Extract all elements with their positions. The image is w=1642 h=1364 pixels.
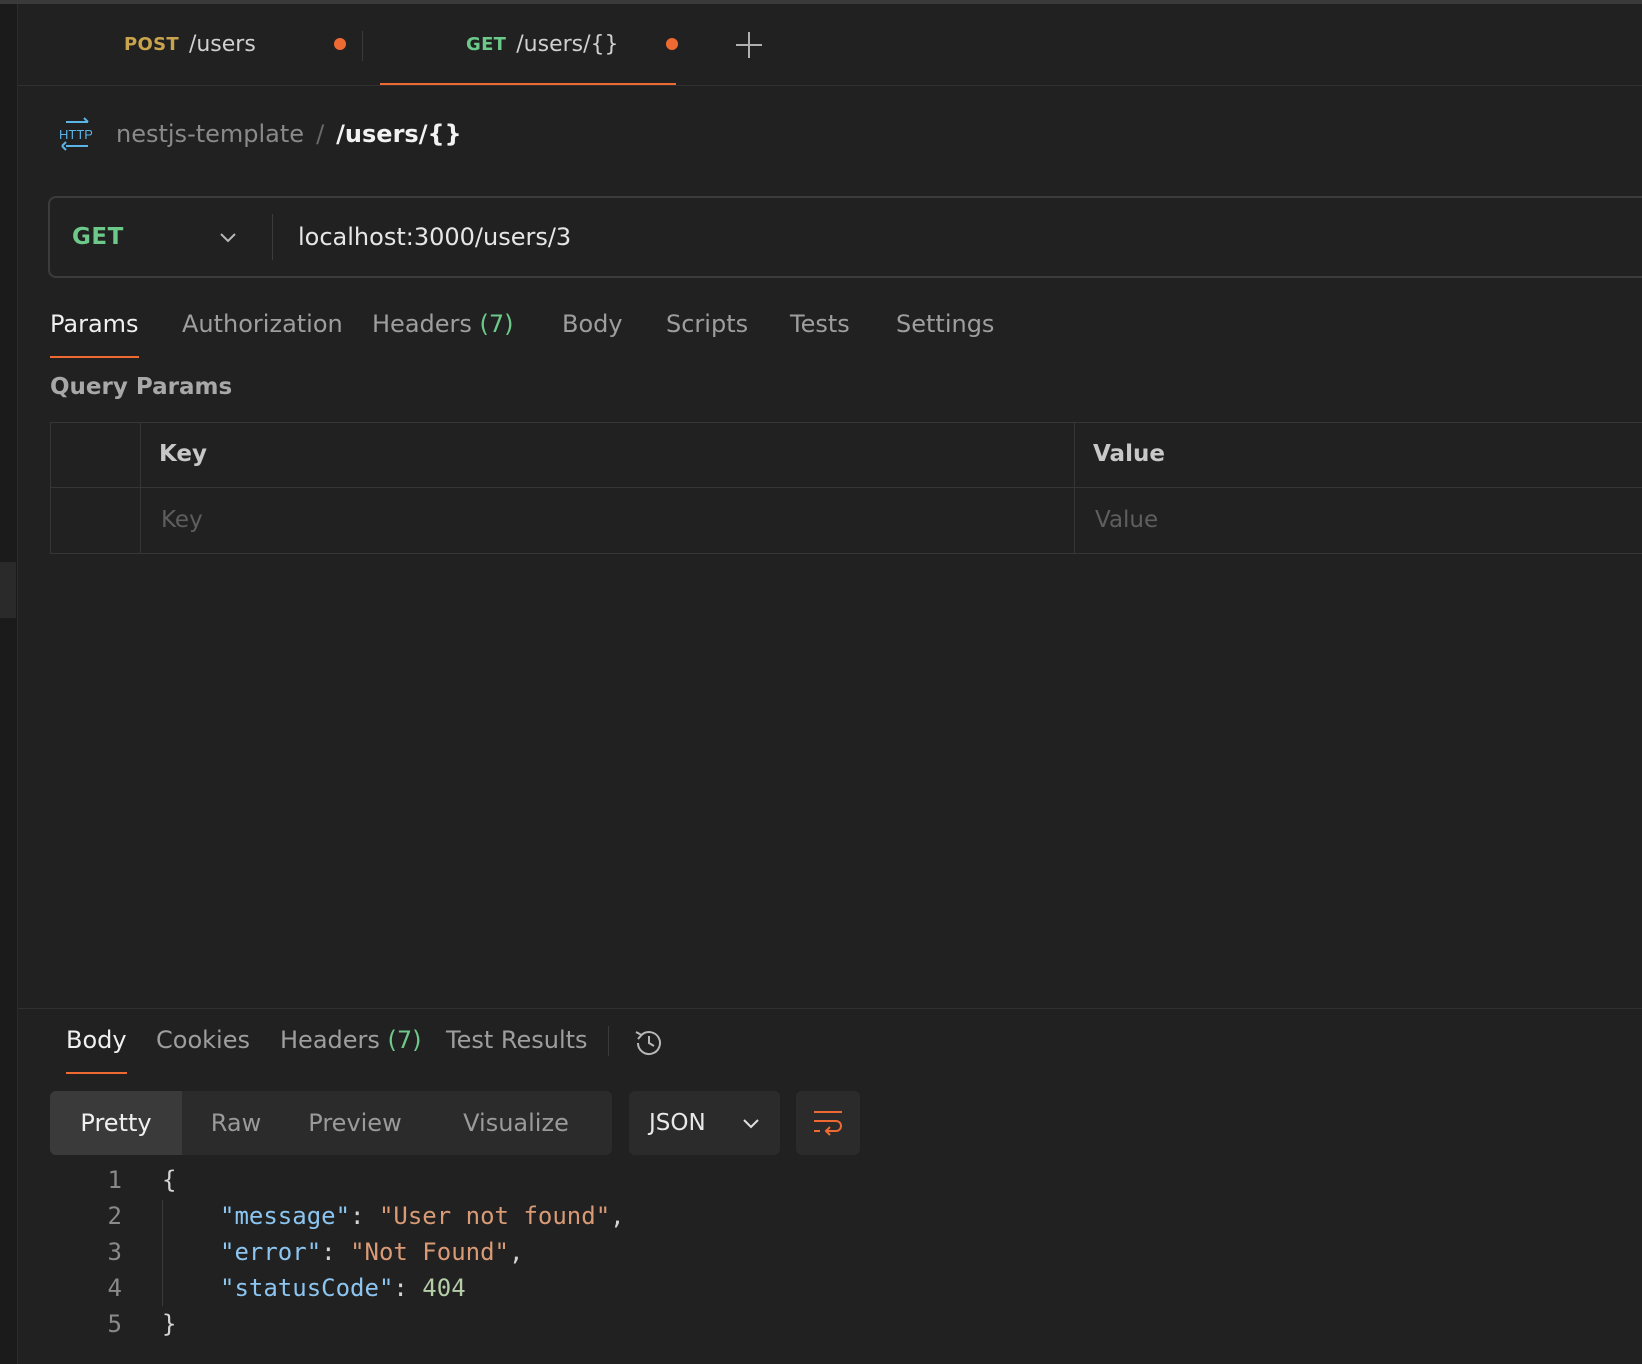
- tab-method: GET: [466, 34, 507, 55]
- breadcrumb: HTTP nestjs-template / /users/{}: [58, 112, 462, 156]
- response-tab-headers[interactable]: Headers (7): [280, 1016, 422, 1074]
- json-key: "statusCode": [220, 1274, 394, 1302]
- tab-settings[interactable]: Settings: [896, 300, 994, 358]
- new-tab-plus-icon[interactable]: [732, 28, 766, 62]
- column-header-value: Value: [1093, 441, 1165, 467]
- response-tab-cookies[interactable]: Cookies: [156, 1016, 250, 1074]
- json-field: "error": "Not Found",: [220, 1238, 523, 1266]
- format-select[interactable]: JSON: [629, 1091, 780, 1155]
- tab-post-users[interactable]: POST /users: [124, 4, 346, 85]
- tab-get-users-id[interactable]: GET /users/{}: [380, 4, 678, 85]
- json-brace: {: [162, 1166, 177, 1194]
- param-key-input[interactable]: Key: [161, 507, 203, 533]
- wrap-lines-button[interactable]: [796, 1091, 860, 1155]
- json-colon: :: [321, 1238, 351, 1266]
- tab-scripts[interactable]: Scripts: [666, 300, 748, 358]
- unsaved-dot-icon: [666, 38, 678, 50]
- table-divider: [140, 423, 141, 553]
- tab-separator: [362, 31, 363, 61]
- json-colon: :: [350, 1202, 379, 1230]
- tab-headers-label: Headers: [372, 310, 472, 338]
- chevron-down-icon: [220, 233, 236, 243]
- response-tab-headers-label: Headers: [280, 1026, 380, 1054]
- json-comma: ,: [509, 1238, 524, 1266]
- line-number: 2: [107, 1202, 122, 1230]
- request-tab-bar: POST /users GET /users/{}: [18, 4, 1642, 86]
- sidebar-handle[interactable]: [0, 562, 16, 618]
- response-tab-body[interactable]: Body: [66, 1016, 127, 1074]
- tab-params[interactable]: Params: [50, 300, 139, 358]
- line-number: 1: [107, 1166, 122, 1194]
- tab-headers[interactable]: Headers (7): [372, 300, 514, 358]
- json-value: "Not Found": [350, 1238, 510, 1266]
- breadcrumb-separator: /: [316, 120, 325, 148]
- url-bar-divider: [272, 214, 273, 260]
- line-number: 4: [107, 1274, 122, 1302]
- history-icon[interactable]: [632, 1026, 666, 1060]
- response-body-editor[interactable]: 1 { 2 "message": "User not found", 3 "er…: [0, 1160, 1642, 1360]
- url-input[interactable]: localhost:3000/users/3: [298, 198, 571, 276]
- response-tab-test-results[interactable]: Test Results: [446, 1016, 588, 1074]
- table-divider: [51, 487, 1642, 488]
- response-headers-count: (7): [387, 1026, 422, 1054]
- response-tab-separator: [608, 1026, 609, 1056]
- code-line: 5 }: [0, 1306, 700, 1342]
- tab-path: /users: [188, 32, 256, 57]
- json-field: "message": "User not found",: [220, 1202, 625, 1230]
- url-bar: GET localhost:3000/users/3: [48, 196, 1642, 278]
- code-line: 2 "message": "User not found",: [0, 1198, 900, 1234]
- json-value: 404: [422, 1274, 466, 1302]
- svg-text:HTTP: HTTP: [59, 127, 92, 142]
- query-params-table: Key Value Key Value: [50, 422, 1642, 554]
- response-pane-divider[interactable]: [18, 1008, 1642, 1009]
- view-pretty-button[interactable]: Pretty: [50, 1091, 182, 1155]
- breadcrumb-collection[interactable]: nestjs-template: [116, 120, 304, 148]
- view-visualize-button[interactable]: Visualize: [420, 1091, 612, 1155]
- code-line: 3 "error": "Not Found",: [0, 1234, 900, 1270]
- table-divider: [1074, 423, 1075, 553]
- query-params-title: Query Params: [50, 374, 233, 400]
- tab-body[interactable]: Body: [562, 300, 623, 358]
- tab-method: POST: [124, 34, 179, 55]
- json-key: "message": [220, 1202, 351, 1230]
- wrap-lines-icon: [814, 1111, 842, 1136]
- line-number: 3: [107, 1238, 122, 1266]
- response-view-mode: Pretty Raw Preview Visualize: [50, 1091, 612, 1155]
- code-line: 1 {: [0, 1162, 700, 1198]
- json-value: "User not found": [378, 1202, 611, 1230]
- breadcrumb-current[interactable]: /users/{}: [336, 120, 461, 148]
- param-value-input[interactable]: Value: [1095, 507, 1158, 533]
- tab-tests[interactable]: Tests: [790, 300, 850, 358]
- view-preview-button[interactable]: Preview: [290, 1091, 420, 1155]
- headers-count: (7): [479, 310, 514, 338]
- json-comma: ,: [610, 1202, 625, 1230]
- line-number: 5: [107, 1310, 122, 1338]
- column-header-key: Key: [159, 441, 208, 467]
- format-select-value: JSON: [649, 1110, 706, 1136]
- method-select[interactable]: GET: [50, 198, 272, 276]
- json-key: "error": [220, 1238, 322, 1266]
- http-icon: HTTP: [59, 117, 92, 151]
- tab-path: /users/{}: [516, 32, 619, 57]
- tab-authorization[interactable]: Authorization: [182, 300, 343, 358]
- code-line: 4 "statusCode": 404: [0, 1270, 900, 1306]
- view-raw-button[interactable]: Raw: [182, 1091, 290, 1155]
- json-field: "statusCode": 404: [220, 1274, 466, 1302]
- json-brace: }: [162, 1310, 177, 1338]
- unsaved-dot-icon: [334, 38, 346, 50]
- method-select-value: GET: [72, 224, 124, 250]
- json-colon: :: [393, 1274, 423, 1302]
- chevron-down-icon: [743, 1119, 759, 1129]
